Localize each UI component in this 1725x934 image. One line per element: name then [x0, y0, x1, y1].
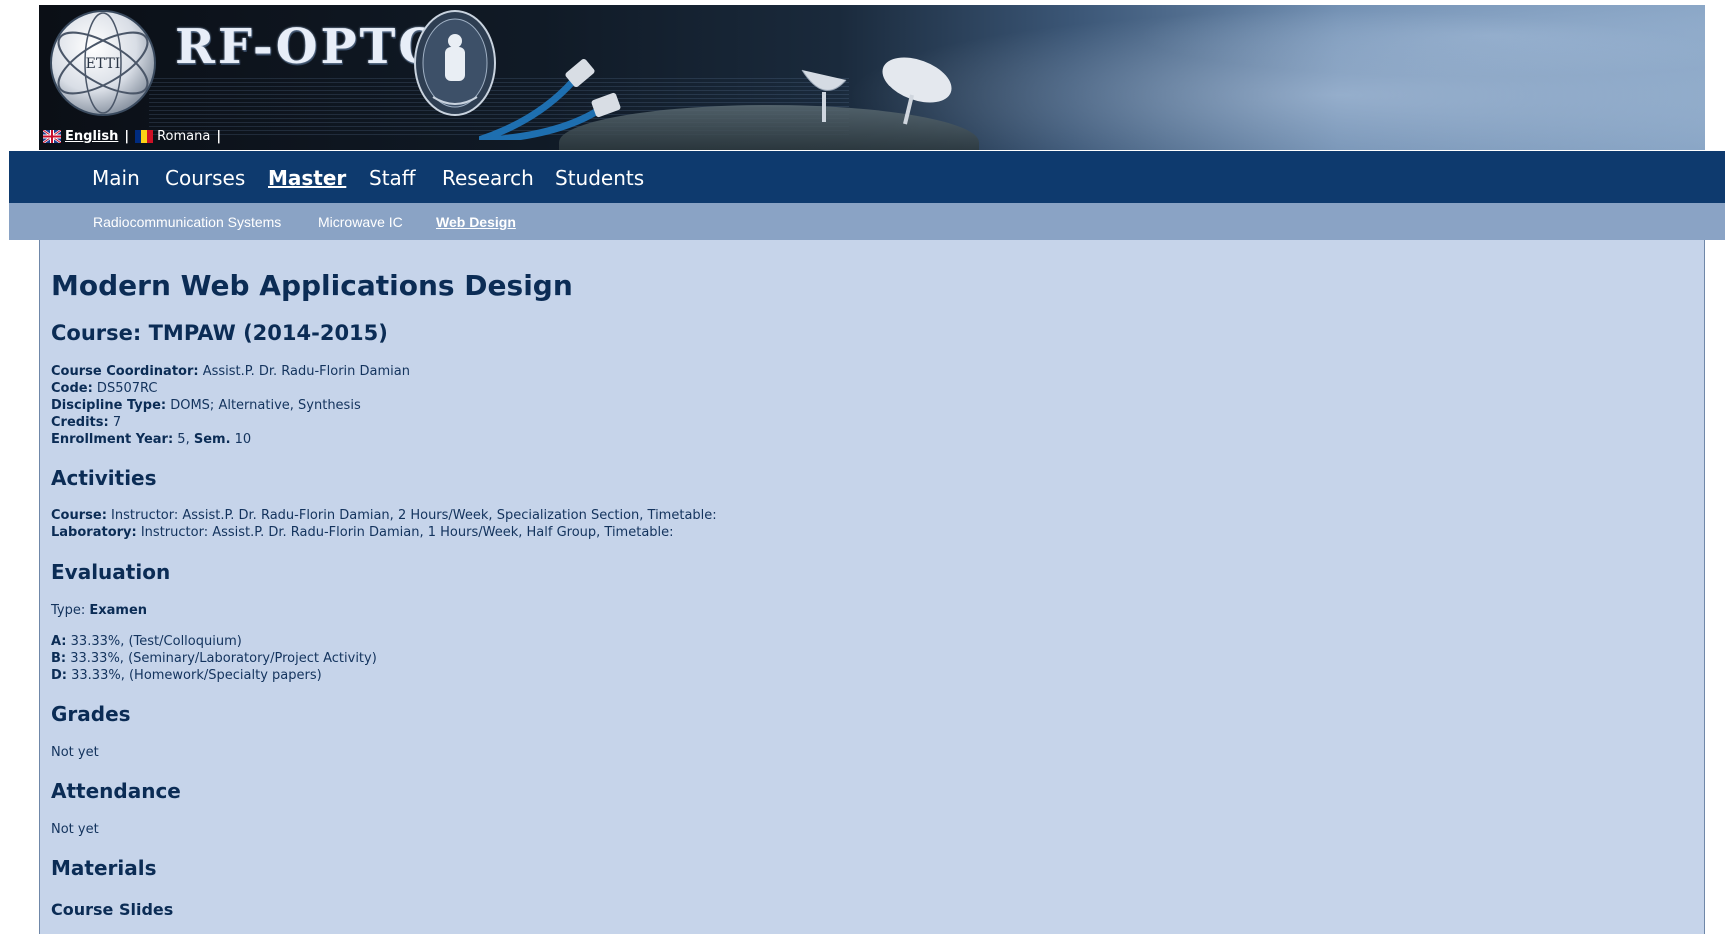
enrollment-label: Enrollment Year:	[51, 432, 174, 447]
activity-course-row: Course: Instructor: Assist.P. Dr. Radu-F…	[51, 508, 717, 523]
code-value: DS507RC	[92, 381, 158, 396]
site-brand[interactable]: RF-OPTO	[175, 19, 443, 75]
course-content: Modern Web Applications Design Course: T…	[39, 240, 1705, 934]
romania-flag-icon	[135, 130, 154, 143]
subnav-item-web-design[interactable]: Web Design	[436, 214, 516, 230]
materials-heading: Materials	[51, 856, 157, 880]
coordinator-label: Course Coordinator:	[51, 364, 199, 379]
activity-lab-value: Instructor: Assist.P. Dr. Radu-Florin Da…	[136, 525, 674, 540]
course-heading: Course: TMPAW (2014-2015)	[51, 321, 388, 345]
evaluation-d-label: D:	[51, 668, 67, 683]
evaluation-b-row: B: 33.33%, (Seminary/Laboratory/Project …	[51, 651, 377, 666]
language-separator: |	[216, 129, 222, 144]
enrollment-value: 5,	[173, 432, 194, 447]
code-label: Code:	[51, 381, 93, 396]
course-slides-heading: Course Slides	[51, 900, 174, 919]
evaluation-b-label: B:	[51, 651, 67, 666]
evaluation-d-value: 33.33%, (Homework/Specialty papers)	[67, 668, 322, 683]
credits-label: Credits:	[51, 415, 109, 430]
evaluation-type-label: Type:	[51, 603, 90, 618]
language-english-link[interactable]: English	[65, 129, 118, 144]
nav-item-main[interactable]: Main	[92, 166, 140, 190]
activities-heading: Activities	[51, 466, 157, 490]
evaluation-d-row: D: 33.33%, (Homework/Specialty papers)	[51, 668, 322, 683]
evaluation-b-value: 33.33%, (Seminary/Laboratory/Project Act…	[66, 651, 377, 666]
satellite-dish-icon	[801, 69, 847, 122]
network-cables-icon	[479, 58, 621, 140]
activity-lab-label: Laboratory:	[51, 525, 137, 540]
enrollment-row: Enrollment Year: 5, Sem. 10	[51, 432, 251, 447]
code-row: Code: DS507RC	[51, 381, 157, 396]
language-romana-link[interactable]: Romana	[157, 129, 210, 144]
sub-nav: Radiocommunication Systems Microwave IC …	[9, 203, 1725, 240]
grades-heading: Grades	[51, 702, 131, 726]
coordinator-value: Assist.P. Dr. Radu-Florin Damian	[198, 364, 410, 379]
evaluation-heading: Evaluation	[51, 560, 171, 584]
evaluation-a-value: 33.33%, (Test/Colloquium)	[66, 634, 242, 649]
evaluation-a-label: A:	[51, 634, 67, 649]
site-banner: ETTI RF-OPTO English | Romana |	[39, 5, 1705, 150]
nav-item-students[interactable]: Students	[555, 166, 644, 190]
attendance-text: Not yet	[51, 822, 99, 837]
discipline-row: Discipline Type: DOMS; Alternative, Synt…	[51, 398, 361, 413]
credits-value: 7	[108, 415, 122, 430]
evaluation-type-value: Examen	[89, 603, 148, 618]
evaluation-type-row: Type: Examen	[51, 603, 147, 618]
activity-lab-row: Laboratory: Instructor: Assist.P. Dr. Ra…	[51, 525, 674, 540]
discipline-label: Discipline Type:	[51, 398, 167, 413]
subnav-item-radiocommunication[interactable]: Radiocommunication Systems	[93, 214, 281, 230]
activity-course-label: Course:	[51, 508, 107, 523]
sem-label: Sem.	[193, 432, 231, 447]
discipline-value: DOMS; Alternative, Synthesis	[166, 398, 361, 413]
satellite-dish-icon	[882, 57, 952, 125]
subnav-item-microwave-ic[interactable]: Microwave IC	[318, 214, 403, 230]
language-separator: |	[124, 129, 130, 144]
page-title: Modern Web Applications Design	[51, 269, 573, 302]
sem-value: 10	[230, 432, 252, 447]
main-nav: Main Courses Master Staff Research Stude…	[9, 151, 1725, 203]
evaluation-a-row: A: 33.33%, (Test/Colloquium)	[51, 634, 242, 649]
activity-course-value: Instructor: Assist.P. Dr. Radu-Florin Da…	[106, 508, 717, 523]
coordinator-row: Course Coordinator: Assist.P. Dr. Radu-F…	[51, 364, 410, 379]
attendance-heading: Attendance	[51, 779, 181, 803]
grades-text: Not yet	[51, 745, 99, 760]
nav-item-research[interactable]: Research	[442, 166, 534, 190]
language-switcher: English | Romana |	[43, 129, 227, 144]
nav-item-courses[interactable]: Courses	[165, 166, 245, 190]
nav-item-master[interactable]: Master	[268, 166, 346, 190]
credits-row: Credits: 7	[51, 415, 121, 430]
logo-text: ETTI	[86, 56, 121, 72]
etti-logo-icon[interactable]: ETTI	[44, 8, 162, 118]
uk-flag-icon	[43, 130, 61, 143]
nav-item-staff[interactable]: Staff	[369, 166, 416, 190]
